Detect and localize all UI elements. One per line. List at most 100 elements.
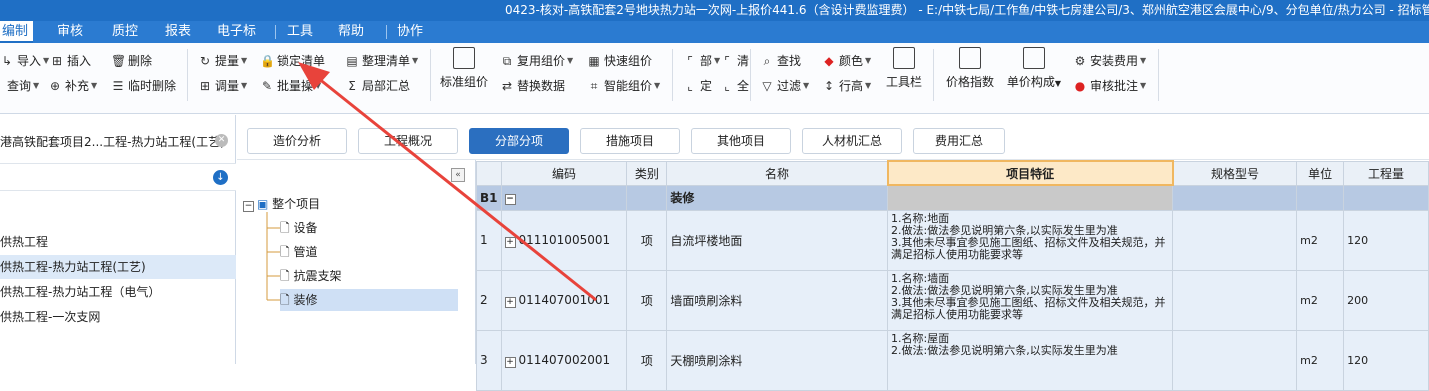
section-button[interactable]: ⌜ 部 ▼ [683,51,720,71]
replace-data-button[interactable]: ⇄ 替换数据 [500,76,565,96]
group-name[interactable]: 装修 [666,184,888,211]
tab-other-items[interactable]: 其他项目 [691,128,791,154]
name-cell[interactable]: 自流坪楼地面 [666,209,888,271]
spec-cell[interactable] [1172,329,1298,391]
tab-sub-items[interactable]: 分部分项 [469,128,569,154]
menu-e-bid[interactable]: 电子标 [212,21,261,43]
grid-header-name[interactable]: 名称 [666,160,888,186]
fixed-button[interactable]: ⌞ 定 [683,76,712,96]
grid-header-spec[interactable]: 规格型号 [1172,160,1298,186]
tab-project-overview[interactable]: 工程概况 [358,128,458,154]
spec-cell[interactable] [1172,269,1298,331]
tree-node[interactable]: 🗋 抗震支架 [280,265,342,287]
spec-cell[interactable] [1172,209,1298,271]
collapse-icon[interactable]: « [451,168,465,182]
note-icon: ● [1074,79,1086,93]
table-row[interactable]: 3 +011407002001 项 天棚喷刷涂料 1.名称:屋面 2.做法:做法… [476,329,1429,391]
expand-icon[interactable]: + [504,236,516,248]
insert-button[interactable]: ⊞ 插入 [50,51,91,71]
code-cell[interactable]: +011101005001 [500,209,628,271]
tree-node[interactable]: 🗋 管道 [280,241,318,263]
type-cell[interactable]: 项 [626,269,668,331]
project-item[interactable]: 供热工程-一次支网 [0,305,236,329]
unit-cell[interactable]: m2 [1296,269,1345,331]
menu-review[interactable]: 审核 [52,21,88,43]
all-button[interactable]: ⌞ 全 [720,76,749,96]
menu-report[interactable]: 报表 [160,21,196,43]
unit-cell[interactable]: m2 [1296,209,1345,271]
toolbar-button[interactable]: 工具栏 [884,47,924,105]
expand-icon[interactable]: + [504,356,516,368]
insert-icon: ⊞ [51,54,63,68]
query-button[interactable]: 查询 ▼ [0,76,39,96]
menu-help[interactable]: 帮助 [333,21,369,43]
project-item[interactable]: 供热工程 [0,230,236,254]
grid-header-unit[interactable]: 单位 [1296,160,1345,186]
name-cell[interactable]: 天棚喷刷涂料 [666,329,888,391]
reuse-price-button[interactable]: ⧉ 复用组价 ▼ [500,51,573,71]
organize-list-button[interactable]: ▤ 整理清单 ▼ [345,51,418,71]
grid-header-feature[interactable]: 项目特征 [886,160,1174,186]
qty-cell[interactable]: 120 [1343,209,1429,271]
feature-cell[interactable]: 1.名称:屋面 2.做法:做法参见说明第六条,以实际发生里为准 [886,329,1174,391]
clear-button[interactable]: ⌜ 清 [720,51,749,71]
qty-cell[interactable]: 200 [1343,269,1429,331]
table-row[interactable]: 2 +011407001001 项 墙面喷刷涂料 1.名称:墙面 2.做法:做法… [476,269,1429,331]
table-row[interactable]: 1 +011101005001 项 自流坪楼地面 1.名称:地面 2.做法:做法… [476,209,1429,271]
tab-measures[interactable]: 措施项目 [580,128,680,154]
feature-cell[interactable]: 1.名称:墙面 2.做法:做法参见说明第六条,以实际发生里为准 3.其他未尽事宜… [886,269,1174,331]
delete-button[interactable]: 🗑 删除 [111,51,152,71]
price-index-button[interactable]: 价格指数 [942,47,998,105]
tree-node-selected[interactable]: 🗋 装修 [280,289,458,311]
tab-material-summary[interactable]: 人材机汇总 [802,128,902,154]
expand-icon[interactable]: + [504,296,516,308]
tab-cost-analysis[interactable]: 造价分析 [247,128,347,154]
review-note-button[interactable]: ● 审核批注 ▼ [1073,76,1146,96]
project-name: 港高铁配套项目2...工程-热力站工程(工艺) [0,135,225,149]
project-item[interactable]: 供热工程-热力站工程（电气） [0,280,236,304]
grid-header-code[interactable]: 编码 [500,160,628,186]
extract-button[interactable]: ↻ 提量 ▼ [198,51,247,71]
unit-price-icon [1023,47,1045,69]
row-height-button[interactable]: ↕ 行高 ▼ [822,76,871,96]
color-button[interactable]: ◆ 颜色 ▼ [822,51,871,71]
type-cell[interactable]: 项 [626,329,668,391]
name-cell[interactable]: 墙面喷刷涂料 [666,269,888,331]
close-icon[interactable]: ✕ [215,134,228,147]
menu-collab[interactable]: 协作 [392,21,428,43]
code-cell[interactable]: +011407002001 [500,329,628,391]
code-cell[interactable]: +011407001001 [500,269,628,331]
menu-edit[interactable]: 编制 [0,21,34,43]
grid-header[interactable] [476,160,502,186]
smart-price-button[interactable]: ⌗ 智能组价 ▼ [587,76,661,96]
feature-cell[interactable]: 1.名称:地面 2.做法:做法参见说明第六条,以实际发生里为准 3.其他未尽事宜… [886,209,1174,271]
local-summary-button[interactable]: Σ 局部汇总 [345,76,410,96]
find-button[interactable]: ⌕ 查找 [760,51,801,71]
supplement-button[interactable]: ⊕ 补充 ▼ [48,76,97,96]
adjust-button[interactable]: ⊞ 调量 ▼ [198,76,247,96]
menu-quality[interactable]: 质控 [107,21,143,43]
standard-price-button[interactable]: 标准组价 [437,47,491,105]
quick-price-button[interactable]: ▦ 快速组价 [587,51,652,71]
type-cell[interactable]: 项 [626,209,668,271]
batch-button[interactable]: ✎ 批量操 ▼ [260,76,321,96]
tab-fee-summary[interactable]: 费用汇总 [913,128,1005,154]
install-fee-button[interactable]: ⚙ 安装费用 ▼ [1073,51,1147,71]
collapse-toggle-icon[interactable]: − [504,194,516,205]
menu-tools[interactable]: 工具 [282,21,318,43]
tree-node[interactable]: 🗋 设备 [280,217,318,239]
lock-list-button[interactable]: 🔒 锁定清单 [260,51,325,71]
filter-button[interactable]: ▽ 过滤 ▼ [760,76,809,96]
group-row[interactable]: B1 − 装修 [476,184,1429,211]
project-item-selected[interactable]: 供热工程-热力站工程(工艺) [0,255,236,279]
temp-delete-button[interactable]: ☰ 临时删除 [111,76,176,96]
feature-text: 1.名称:屋面 2.做法:做法参见说明第六条,以实际发生里为准 [891,331,1118,357]
unit-cell[interactable]: m2 [1296,329,1345,391]
grid-header-qty[interactable]: 工程量 [1343,160,1429,186]
grid-header-type[interactable]: 类别 [626,160,668,186]
unit-price-comp-button[interactable]: 单价构成▼ [1004,47,1064,105]
download-icon[interactable]: ↓ [213,170,228,185]
collapse-toggle-icon[interactable]: − [243,201,254,212]
qty-cell[interactable]: 120 [1343,329,1429,391]
import-button[interactable]: ↳ 导入 ▼ [0,51,49,71]
